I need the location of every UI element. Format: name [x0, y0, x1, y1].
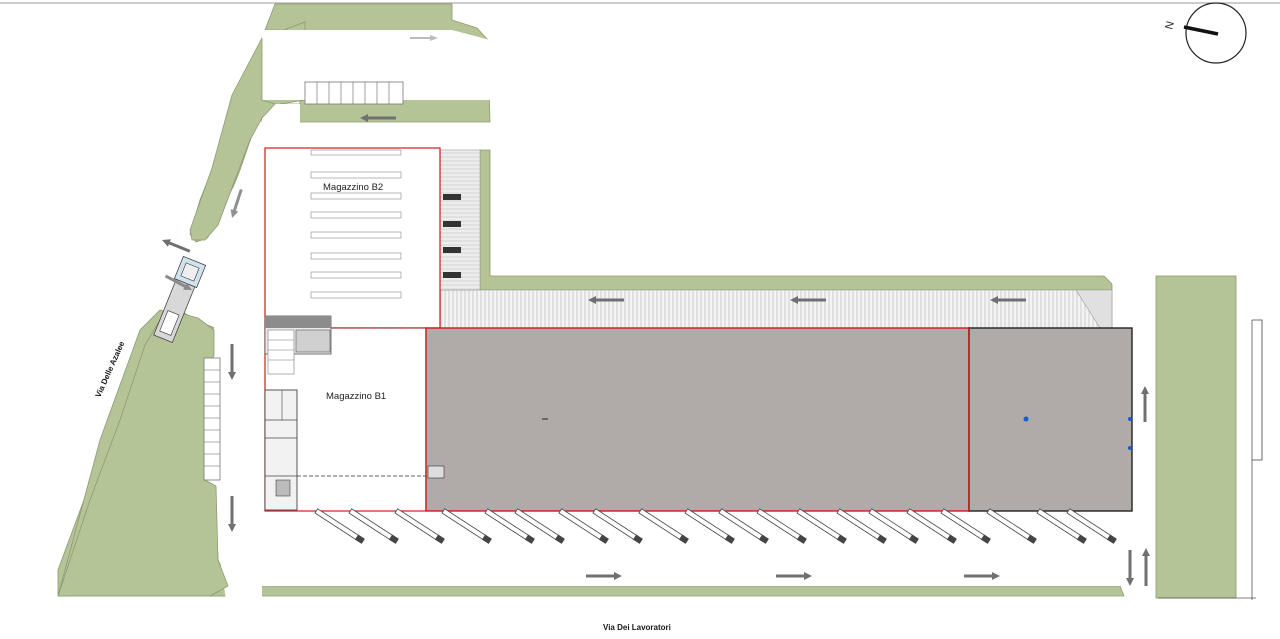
arrow-icon — [1141, 386, 1149, 422]
loading-yard-east — [439, 149, 481, 291]
green-area-bottom — [208, 585, 1125, 597]
green-area-strip — [479, 149, 1113, 291]
street-label-south: Via Dei Lavoratori — [603, 623, 671, 632]
site-plan: Magazzino B2 Magazzino B1 N Via Dei Lavo… — [0, 2, 1280, 632]
arrow-icon — [1142, 548, 1150, 586]
loading-yard-north — [439, 289, 1113, 329]
warehouse-b2-label: Magazzino B2 — [323, 182, 383, 193]
parking-stalls-west — [203, 357, 221, 481]
warehouse-b1-label: Magazzino B1 — [326, 391, 386, 402]
parking-stalls-top — [304, 81, 404, 105]
warehouse-b2: Magazzino B2 — [264, 147, 441, 329]
main-warehouse — [425, 327, 1133, 512]
compass-icon: N — [1163, 2, 1247, 64]
compass-north-label: N — [1163, 20, 1177, 31]
green-area-east — [1155, 275, 1237, 599]
